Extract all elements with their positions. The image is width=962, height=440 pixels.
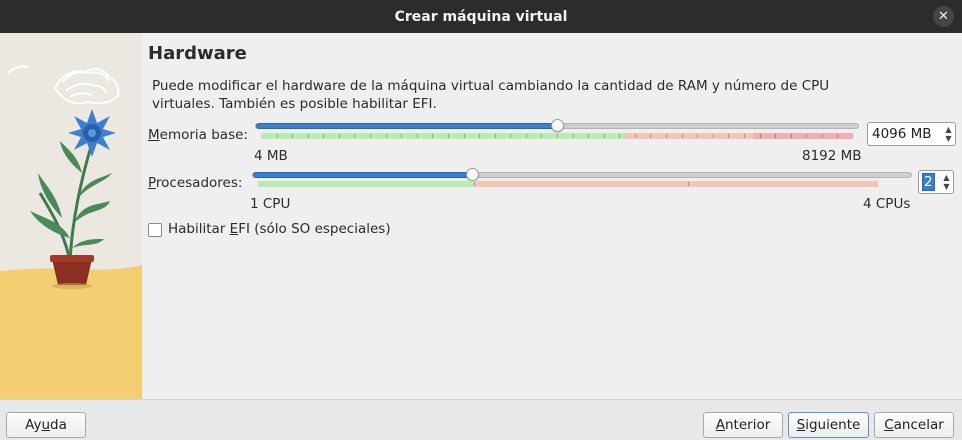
- chevron-up-icon[interactable]: ▲: [945, 125, 951, 134]
- efi-checkbox[interactable]: [148, 223, 162, 237]
- cpu-stepper[interactable]: ▲ ▼: [940, 173, 953, 191]
- memory-tick: [682, 134, 683, 138]
- memory-tick: [354, 134, 355, 138]
- memory-max-label: 8192 MB: [802, 148, 862, 164]
- window-title: Crear máquina virtual: [394, 8, 568, 25]
- memory-zone-warn: [625, 133, 753, 139]
- memory-tick: [588, 134, 589, 138]
- memory-tick: [837, 134, 838, 138]
- memory-tick: [479, 134, 480, 138]
- cancel-button[interactable]: Cancelar: [874, 412, 954, 438]
- memory-slider-fill: [256, 123, 559, 129]
- cpu-slider-handle[interactable]: [466, 168, 479, 181]
- memory-tick: [619, 134, 620, 138]
- cpu-slider-track: [252, 168, 912, 181]
- close-icon: ✕: [938, 9, 949, 24]
- memory-tick: [292, 134, 293, 138]
- cpu-label: Procesadores:: [148, 175, 243, 191]
- memory-tick: [697, 134, 698, 138]
- cpu-slider-fill: [253, 172, 474, 178]
- memory-tick: [791, 134, 792, 138]
- memory-tick: [323, 134, 324, 138]
- memory-tick: [744, 134, 745, 138]
- cpu-slider[interactable]: [252, 168, 912, 192]
- memory-zone-bad: [753, 133, 853, 139]
- page-title: Hardware: [148, 43, 247, 64]
- efi-label[interactable]: Habilitar EFI (sólo SO especiales): [168, 221, 391, 237]
- hardware-page: Hardware Puede modificar el hardware de …: [142, 33, 962, 399]
- next-button[interactable]: Siguiente: [788, 412, 869, 438]
- memory-zone-ok: [261, 133, 625, 139]
- memory-value[interactable]: 4096 MB: [868, 126, 942, 142]
- chevron-up-icon[interactable]: ▲: [943, 173, 949, 182]
- memory-min-label: 4 MB: [254, 148, 288, 164]
- cpu-zone-warn: [474, 181, 878, 187]
- memory-slider-track: [255, 119, 859, 132]
- memory-tick: [775, 134, 776, 138]
- memory-tick: [728, 134, 729, 138]
- memory-tick: [464, 134, 465, 138]
- help-button[interactable]: Ay u da: [6, 412, 86, 438]
- memory-tick: [604, 134, 605, 138]
- memory-tick: [822, 134, 823, 138]
- chevron-down-icon[interactable]: ▼: [943, 182, 949, 191]
- memory-tick: [760, 134, 761, 138]
- back-button[interactable]: Anterior: [703, 412, 783, 438]
- memory-tick: [526, 134, 527, 138]
- memory-tick: [277, 134, 278, 138]
- memory-tick: [495, 134, 496, 138]
- memory-tick: [541, 134, 542, 138]
- cpu-tick: [474, 182, 475, 186]
- memory-tick: [417, 134, 418, 138]
- memory-spinbox[interactable]: 4096 MB ▲ ▼: [867, 122, 956, 146]
- wizard-side-illustration: [0, 33, 142, 399]
- memory-tick: [573, 134, 574, 138]
- cpu-max-label: 4 CPUs: [863, 196, 911, 212]
- memory-tick: [806, 134, 807, 138]
- memory-tick: [448, 134, 449, 138]
- cpu-zone-ok: [258, 181, 474, 187]
- memory-tick: [339, 134, 340, 138]
- page-description: Puede modificar el hardware de la máquin…: [152, 78, 830, 112]
- memory-tick: [557, 134, 558, 138]
- memory-tick: [308, 134, 309, 138]
- memory-tick: [370, 134, 371, 138]
- memory-slider-handle[interactable]: [551, 119, 564, 132]
- memory-slider[interactable]: [255, 119, 859, 145]
- cpu-spinbox[interactable]: 2 ▲ ▼: [918, 170, 954, 194]
- memory-tick: [432, 134, 433, 138]
- cpu-zone-bar: [258, 181, 878, 187]
- title-bar: Crear máquina virtual ✕: [0, 0, 962, 33]
- memory-tick: [666, 134, 667, 138]
- memory-tick: [386, 134, 387, 138]
- memory-tick: [650, 134, 651, 138]
- memory-label: Memoria base:: [148, 127, 248, 143]
- chevron-down-icon[interactable]: ▼: [945, 134, 951, 143]
- close-button[interactable]: ✕: [933, 6, 954, 27]
- memory-zone-bar: [261, 133, 853, 139]
- memory-tick: [635, 134, 636, 138]
- memory-stepper[interactable]: ▲ ▼: [942, 125, 955, 143]
- dialog-footer: Ay u da Anterior Siguiente Cancelar: [0, 399, 962, 440]
- memory-tick: [713, 134, 714, 138]
- memory-tick: [401, 134, 402, 138]
- plant-illustration: [0, 33, 142, 399]
- memory-tick: [510, 134, 511, 138]
- cpu-min-label: 1 CPU: [250, 196, 291, 212]
- cpu-value[interactable]: 2: [919, 173, 940, 191]
- cpu-tick: [688, 182, 689, 186]
